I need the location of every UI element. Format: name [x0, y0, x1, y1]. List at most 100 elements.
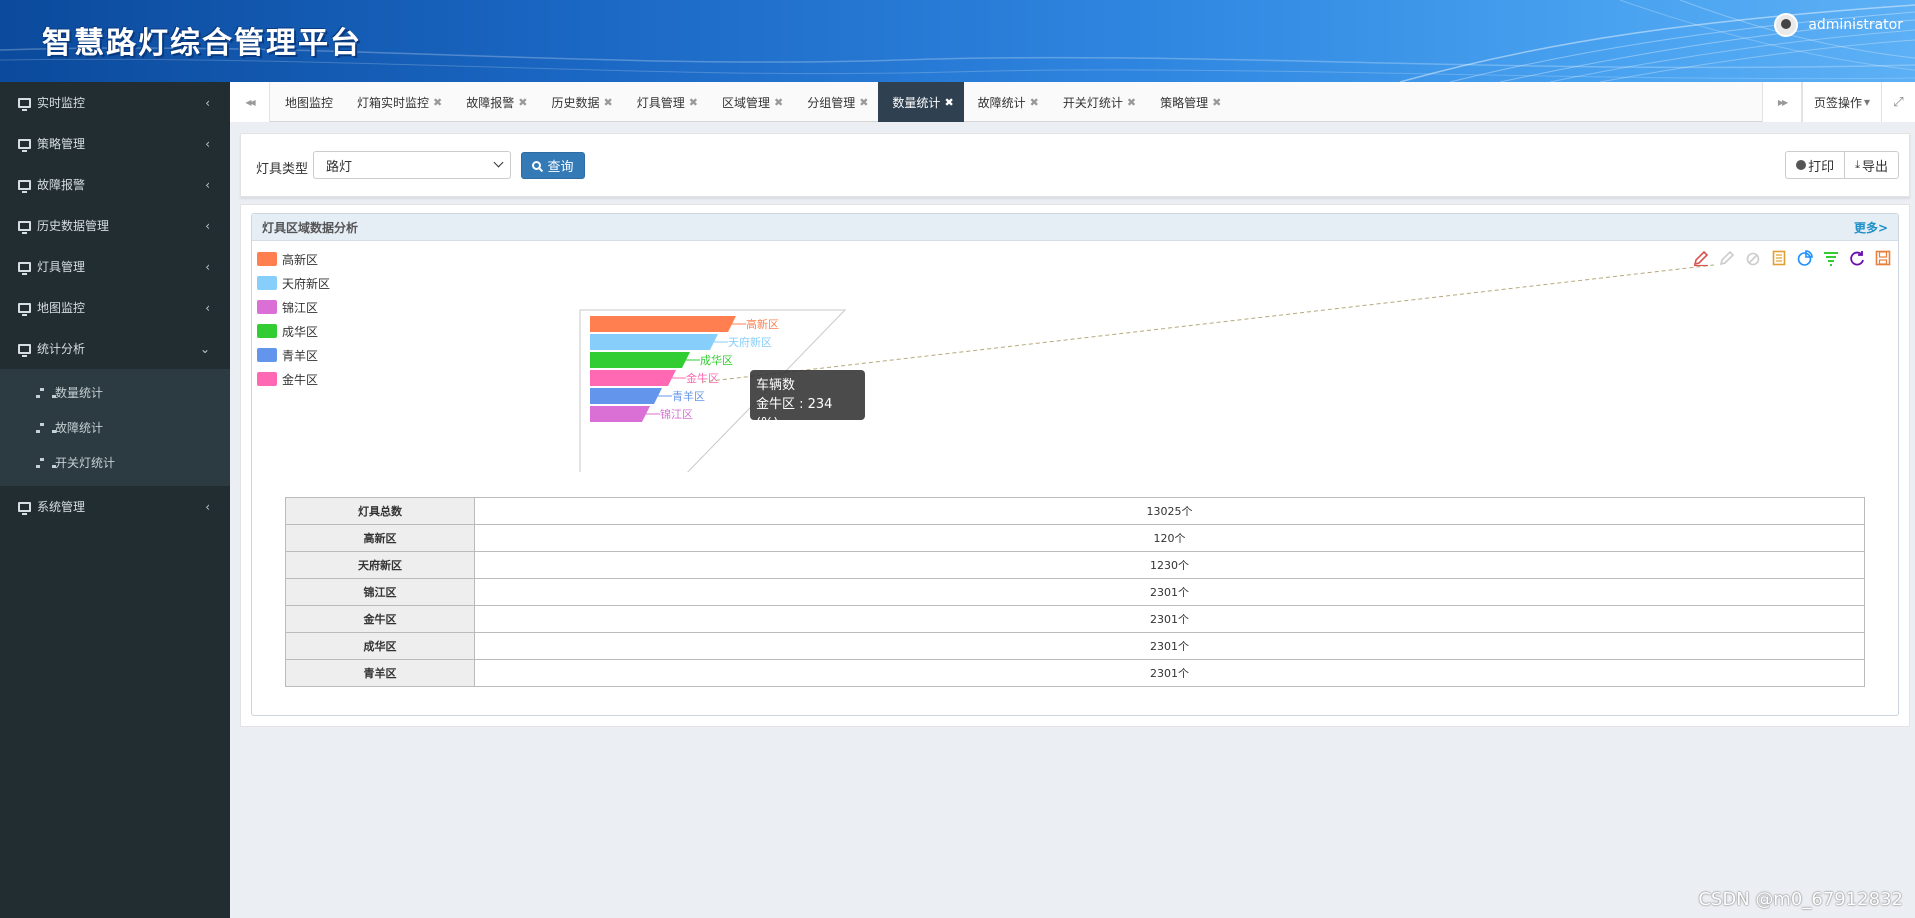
sidebar-item-lamp-management[interactable]: 灯具管理 ‹	[0, 246, 230, 287]
tab-bar: ◀◀ 地图监控 灯箱实时监控 ✖ 故障报警 ✖ 历史数据 ✖ 灯具管理 ✖ 区域管理 ✖ 分组管理 ✖ 数…	[230, 82, 1915, 122]
close-icon[interactable]: ✖	[433, 96, 442, 109]
tab-item[interactable]: 开关灯统计 ✖	[1049, 82, 1146, 122]
funnel-bar[interactable]	[590, 406, 650, 422]
sidebar-item-map-monitor[interactable]: 地图监控 ‹	[0, 287, 230, 328]
funnel-bar[interactable]	[590, 370, 676, 386]
export-button[interactable]: ⤓ 导出	[1845, 151, 1899, 179]
legend-item[interactable]: 天府新区	[257, 271, 330, 295]
submenu-item-count-stats[interactable]: 数量统计	[0, 375, 230, 410]
legend-item[interactable]: 金牛区	[257, 367, 330, 391]
table-row: 青羊区 2301个	[285, 659, 1865, 687]
backward-icon: ◀◀	[245, 97, 255, 107]
legend-swatch	[257, 348, 277, 362]
tab-item[interactable]: 历史数据 ✖	[537, 82, 622, 122]
close-icon[interactable]: ✖	[944, 96, 953, 109]
table-row: 成华区 2301个	[285, 632, 1865, 660]
print-button[interactable]: 打印	[1785, 151, 1846, 179]
sidebar-item-history-data[interactable]: 历史数据管理 ‹	[0, 205, 230, 246]
tab-scroll-right-button[interactable]: ▶▶	[1762, 82, 1802, 122]
funnel-chart: 高新区天府新区成华区金牛区青羊区锦江区	[579, 264, 1715, 472]
legend-item[interactable]: 青羊区	[257, 343, 330, 367]
save-image-icon[interactable]	[1870, 247, 1896, 269]
close-icon[interactable]: ✖	[604, 96, 613, 109]
lamp-type-select[interactable]: 路灯	[313, 151, 511, 179]
close-icon[interactable]: ✖	[689, 96, 698, 109]
funnel-bar[interactable]	[590, 334, 718, 350]
submenu-item-fault-stats[interactable]: 故障统计	[0, 410, 230, 445]
sidebar-item-label: 故障报警	[37, 178, 86, 192]
query-panel: 灯具类型 路灯 查询 打印 ⤓ 导出	[240, 133, 1910, 197]
username-label[interactable]: administrator	[1808, 17, 1903, 33]
monitor-icon	[18, 343, 31, 357]
funnel-bar-label: 成华区	[700, 353, 733, 367]
tab-label: 历史数据	[551, 95, 600, 110]
watermark: CSDN @m0_67912832	[1698, 889, 1903, 910]
tab-item[interactable]: 地图监控	[271, 82, 343, 122]
tab-item[interactable]: 分组管理 ✖	[793, 82, 878, 122]
close-icon[interactable]: ✖	[859, 96, 868, 109]
tab-item[interactable]: 策略管理 ✖	[1146, 82, 1231, 122]
funnel-bar[interactable]	[590, 316, 736, 332]
chart-toolbox	[1688, 247, 1896, 269]
close-icon[interactable]: ✖	[1127, 96, 1136, 109]
tab-item[interactable]: 故障统计 ✖	[964, 82, 1049, 122]
user-menu[interactable]: administrator	[1774, 13, 1903, 37]
refresh-icon[interactable]	[1844, 247, 1870, 269]
close-icon[interactable]: ✖	[518, 96, 527, 109]
close-icon[interactable]: ✖	[1212, 96, 1221, 109]
submenu-item-switch-stats[interactable]: 开关灯统计	[0, 445, 230, 480]
legend-item[interactable]: 高新区	[257, 247, 330, 271]
tab-item[interactable]: 数量统计 ✖	[878, 82, 964, 122]
tab-item[interactable]: 灯具管理 ✖	[623, 82, 708, 122]
tab-label: 策略管理	[1160, 95, 1209, 110]
chart-panel-header: 灯具区域数据分析 更多>	[252, 214, 1898, 241]
avatar[interactable]	[1774, 13, 1799, 37]
search-button-label: 查询	[547, 160, 574, 175]
sidebar-item-system[interactable]: 系统管理 ‹	[0, 486, 230, 527]
legend-label: 青羊区	[282, 348, 319, 363]
legend-swatch	[257, 372, 277, 386]
sidebar-item-fault-alarm[interactable]: 故障报警 ‹	[0, 164, 230, 205]
tab-item[interactable]: 灯箱实时监控 ✖	[343, 82, 452, 122]
close-icon[interactable]: ✖	[1030, 96, 1039, 109]
stats-table: 灯具总数 13025个 高新区 120个 天府新区 1230个 锦江区 2301个 金牛区 230…	[285, 497, 1865, 687]
eraser-icon[interactable]	[1714, 247, 1740, 269]
sidebar-item-realtime-monitor[interactable]: 实时监控 ‹	[0, 82, 230, 123]
sidebar-item-statistics[interactable]: 统计分析 ⌄	[0, 328, 230, 369]
sitemap-icon	[36, 422, 56, 433]
sidebar-item-label: 统计分析	[37, 342, 86, 356]
more-link[interactable]: 更多>	[1854, 219, 1888, 236]
mark-pen-icon[interactable]	[1688, 247, 1714, 269]
content-panel: 灯具区域数据分析 更多> 高新区 天府新区 成华区 金牛区 青羊区 锦江区 高新区 天府新区…	[240, 204, 1910, 727]
lamp-type-label: 灯具类型	[256, 162, 309, 177]
sidebar-item-strategy[interactable]: 策略管理 ‹	[0, 123, 230, 164]
chevron-down-icon: ⌄	[199, 341, 210, 356]
legend-item[interactable]: 锦江区	[257, 295, 330, 319]
fullscreen-button[interactable]: ⤢	[1882, 82, 1915, 122]
data-view-icon[interactable]	[1766, 247, 1792, 269]
funnel-icon[interactable]	[1818, 247, 1844, 269]
tab-scroll-left-button[interactable]: ◀◀	[230, 82, 270, 122]
funnel-bar[interactable]	[590, 388, 662, 404]
statistics-submenu: 数量统计 故障统计 开关灯统计	[0, 369, 230, 486]
table-row: 灯具总数 13025个	[285, 497, 1865, 525]
tab-label: 灯具管理	[636, 95, 685, 110]
legend-label: 锦江区	[282, 300, 319, 315]
sidebar-item-label: 系统管理	[37, 500, 86, 514]
tab-item[interactable]: 区域管理 ✖	[708, 82, 793, 122]
markline-dashed	[701, 264, 1715, 383]
table-row: 锦江区 2301个	[285, 578, 1865, 606]
pie-chart-icon[interactable]	[1792, 247, 1818, 269]
tab-item[interactable]: 故障报警 ✖	[452, 82, 537, 122]
chevron-left-icon: ‹	[205, 177, 210, 192]
export-button-group: 打印 ⤓ 导出	[1785, 151, 1899, 179]
funnel-bar-label: 天府新区	[728, 335, 772, 349]
close-icon[interactable]: ✖	[774, 96, 783, 109]
legend-item[interactable]: 成华区	[257, 319, 330, 343]
legend-label: 成华区	[282, 324, 319, 339]
clear-icon[interactable]	[1740, 247, 1766, 269]
tab-operations-dropdown[interactable]: 页签操作 ▾	[1802, 82, 1882, 122]
legend-label: 金牛区	[282, 372, 319, 387]
funnel-bar[interactable]	[590, 352, 690, 368]
search-button[interactable]: 查询	[521, 152, 585, 179]
